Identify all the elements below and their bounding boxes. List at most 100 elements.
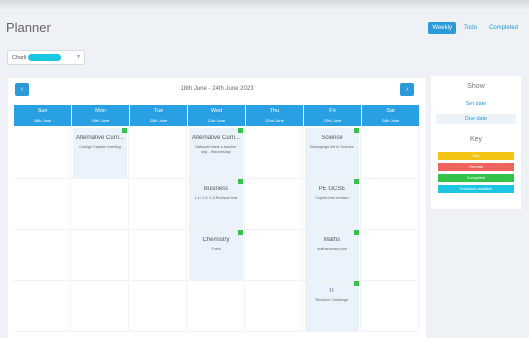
calendar-cell [130, 128, 187, 179]
day-date: 20th June [149, 118, 168, 123]
day-name: Sat [386, 108, 395, 114]
calendar-cell [246, 281, 303, 332]
homework-subject: IT [329, 288, 335, 294]
homework-description: mathsmoney.com [317, 247, 347, 251]
calendar-cell: Chemistry Fuels [188, 230, 245, 281]
calendar-cell [246, 179, 303, 230]
day-name: Mon [95, 108, 106, 114]
day-date: 23rd June [323, 118, 342, 123]
homework-card[interactable]: Business 1.1/ 1.2/ 1.3 Revision test [189, 179, 243, 229]
calendar-grid: Alternative Curri... College Captain meet… [14, 128, 419, 332]
legend-item: Feedback available [438, 185, 514, 193]
calendar-cell: Business 1.1/ 1.2/ 1.3 Revision test [188, 179, 245, 230]
status-marker [354, 179, 359, 184]
day-name: Tue [153, 108, 164, 114]
homework-card[interactable]: PE GCSE Copied test revision [305, 179, 359, 229]
homework-description: Revision Challenge [315, 298, 349, 302]
calendar-cell: Science Belongings left in Science [304, 128, 361, 179]
calendar-cell [72, 281, 129, 332]
calendar-cell: Alternative Curri... College Captain meet… [72, 128, 129, 179]
status-marker [238, 128, 243, 133]
day-header-sun: Sun 18th June [14, 105, 71, 126]
homework-description: Fuels [211, 247, 221, 251]
homework-subject: Alternative Curri... [191, 135, 240, 141]
homework-subject: Maths [323, 237, 341, 243]
homework-description: 1.1/ 1.2/ 1.3 Revision test [194, 196, 238, 200]
day-date: 22nd June [265, 118, 284, 123]
chevron-right-icon: › [405, 86, 409, 93]
homework-subject: PE GCSE [318, 186, 346, 192]
calendar-cell [130, 230, 187, 281]
calendar-cell [130, 281, 187, 332]
calendar-cell [246, 128, 303, 179]
calendar-cell [14, 230, 71, 281]
browser-top-strip [0, 0, 529, 10]
next-week-button[interactable]: › [400, 83, 414, 96]
day-date: 21st June [207, 118, 226, 123]
calendar-cell [72, 230, 129, 281]
sidebar-panel: Show Set date Due date Key Due Overdue Com… [431, 76, 521, 209]
name-redaction [28, 54, 62, 61]
day-date: 18th June [33, 118, 52, 123]
day-name: Sun [37, 108, 48, 114]
calendar-cell [362, 230, 419, 281]
homework-card[interactable]: Science Belongings left in Science [305, 128, 359, 178]
homework-subject: Science [321, 135, 343, 141]
day-header-tue: Tue 20th June [130, 105, 187, 126]
homework-card[interactable]: Alternative Curri... National thank a tea… [189, 128, 243, 178]
tab-todo[interactable]: Todo [460, 22, 481, 34]
homework-description: College Captain meeting [79, 145, 121, 149]
day-name: Thu [269, 108, 280, 114]
homework-card[interactable]: Maths mathsmoney.com [305, 230, 359, 280]
calendar-cell [362, 281, 419, 332]
status-marker [122, 128, 127, 133]
view-tabs: Weekly Todo Completed [428, 22, 522, 34]
show-set-date-option[interactable]: Set date [431, 101, 521, 107]
homework-subject: Chemistry [202, 237, 230, 243]
week-range: 18th June - 24th June 2023 [180, 86, 254, 92]
student-select[interactable]: Charli ▼ [7, 50, 85, 65]
show-heading: Show [467, 83, 485, 90]
legend-item: Overdue [438, 163, 514, 171]
day-name: Fri [329, 108, 336, 114]
calendar-cell [14, 179, 71, 230]
legend: Due Overdue Completed Feedback available [438, 152, 514, 193]
calendar-cell [14, 281, 71, 332]
calendar-cell [362, 179, 419, 230]
chevron-down-icon: ▼ [76, 54, 81, 60]
tab-weekly[interactable]: Weekly [428, 22, 456, 34]
homework-description: Belongings left in Science [310, 145, 354, 149]
day-header-wed: Wed 21st June [188, 105, 245, 126]
legend-item: Due [438, 152, 514, 160]
day-date: 19th June [91, 118, 110, 123]
homework-card[interactable]: IT Revision Challenge [305, 281, 359, 331]
day-header-mon: Mon 19th June [72, 105, 129, 126]
calendar-cell [72, 179, 129, 230]
calendar-cell [246, 230, 303, 281]
day-header-fri: Fri 23rd June [304, 105, 361, 126]
calendar-cell: IT Revision Challenge [304, 281, 361, 332]
key-heading: Key [469, 136, 483, 143]
day-name: Wed [210, 108, 223, 114]
status-marker [354, 128, 359, 133]
homework-card[interactable]: Alternative Curri... College Captain meet… [73, 128, 127, 178]
calendar-cell: Maths mathsmoney.com [304, 230, 361, 281]
show-due-date-option[interactable]: Due date [436, 114, 516, 124]
calendar-cell: Alternative Curri... National thank a tea… [188, 128, 245, 179]
day-header-thu: Thu 22nd June [246, 105, 303, 126]
calendar-cell: PE GCSE Copied test revision [304, 179, 361, 230]
calendar-cell [130, 179, 187, 230]
homework-subject: Business [203, 186, 229, 192]
status-marker [238, 230, 243, 235]
calendar-cell [14, 128, 71, 179]
student-name: Charli [12, 54, 27, 61]
tab-completed[interactable]: Completed [485, 22, 522, 34]
day-date: 24th June [381, 118, 400, 123]
week-calendar: ‹ 18th June - 24th June 2023 › Sun 18th J… [8, 78, 426, 338]
homework-subject: Alternative Curri... [75, 135, 124, 141]
page-title: Planner [6, 20, 51, 35]
calendar-cell [188, 281, 245, 332]
legend-item: Completed [438, 174, 514, 182]
day-header-sat: Sat 24th June [362, 105, 419, 126]
homework-card[interactable]: Chemistry Fuels [189, 230, 243, 280]
